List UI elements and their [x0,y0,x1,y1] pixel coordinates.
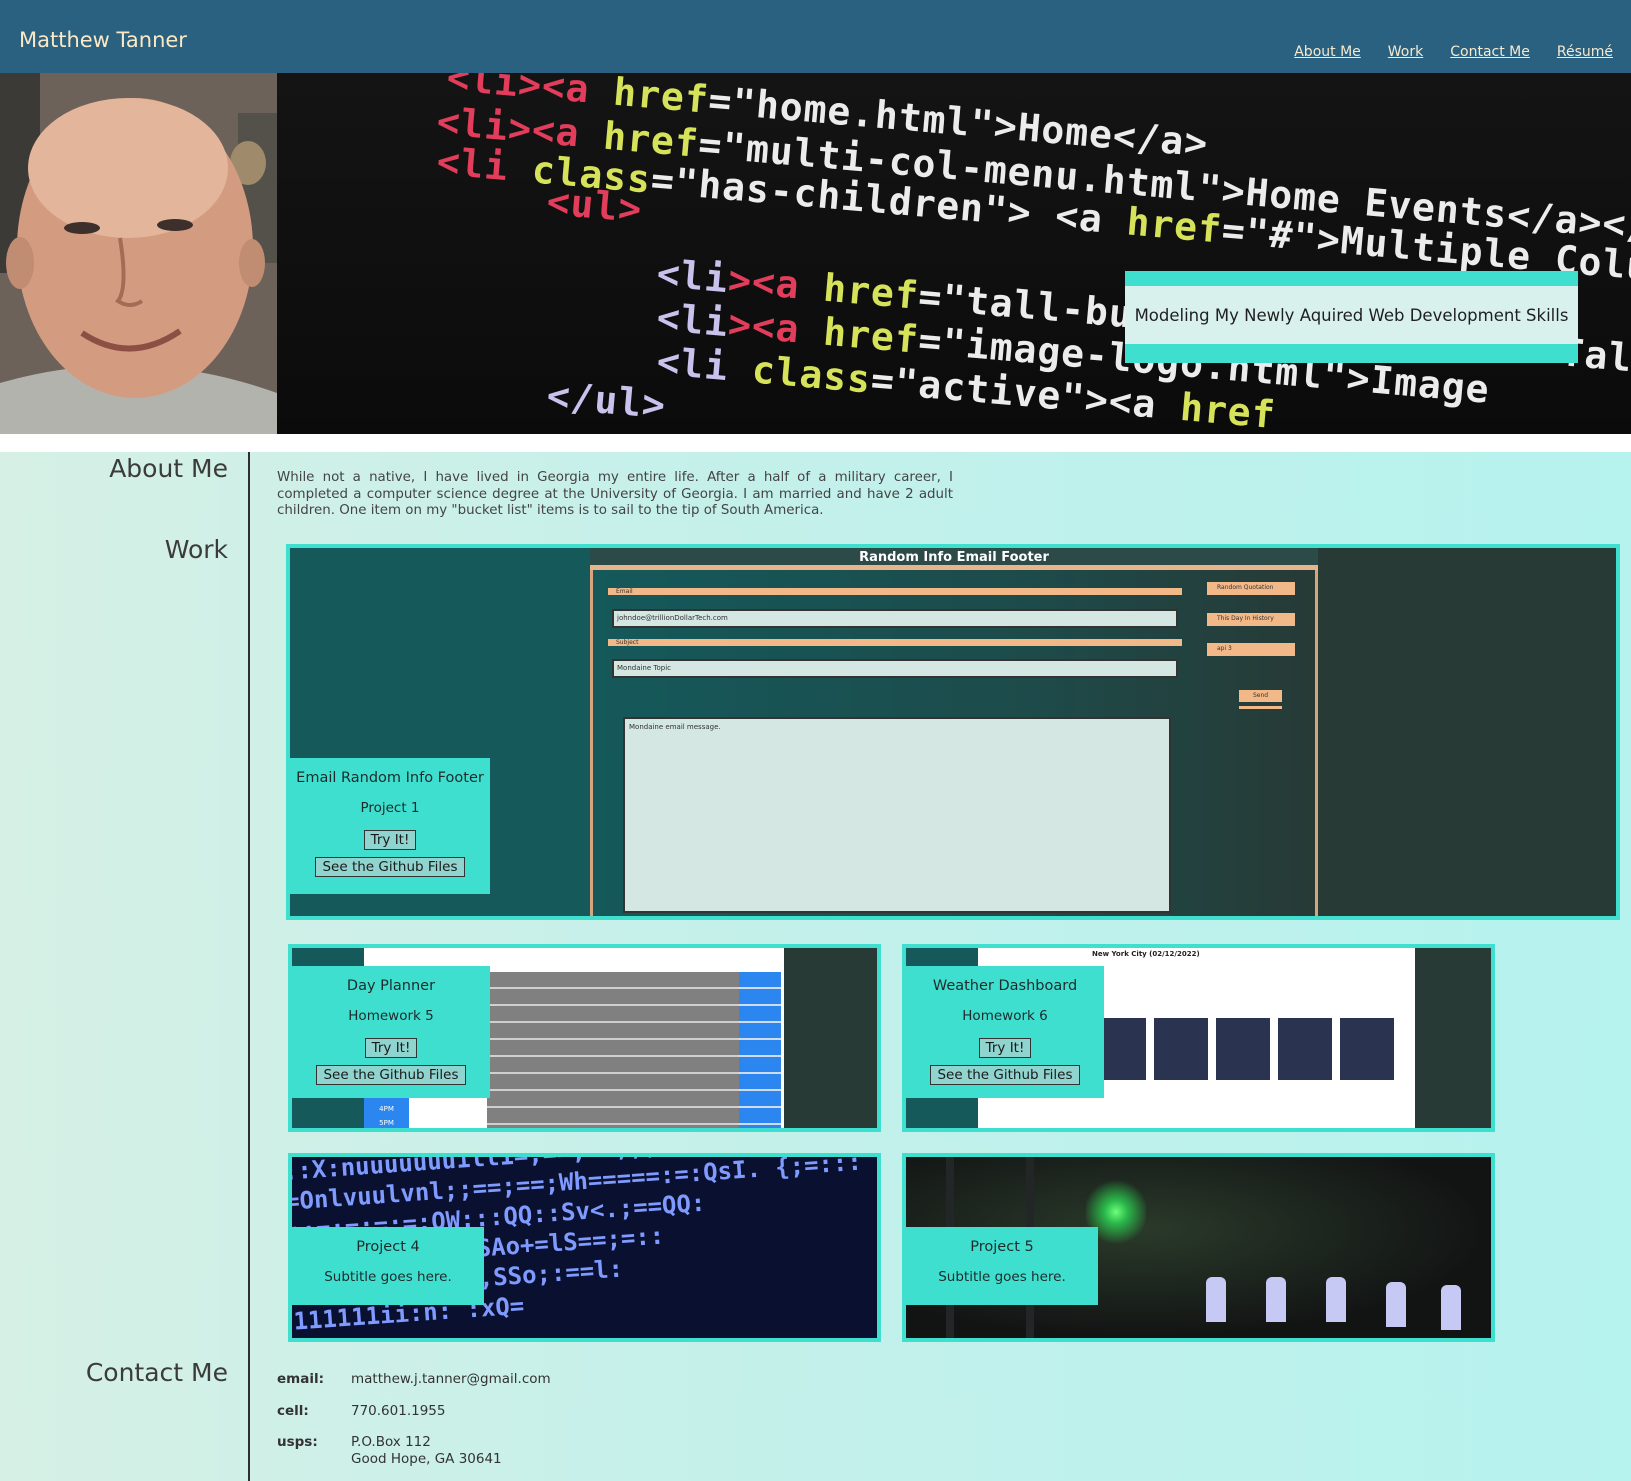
project-subtitle: Homework 6 [962,1008,1048,1024]
profile-photo [0,73,277,434]
project-subtitle: Subtitle goes here. [324,1269,452,1285]
cell-label: cell: [277,1403,309,1419]
project-card-day-planner[interactable]: 4PM 5PM Day Planner Homework 5 Try It! S… [288,944,881,1132]
section-divider [248,452,250,1481]
about-text: While not a native, I have lived in Geor… [277,470,953,518]
nav-link-about[interactable]: About Me [1294,44,1361,60]
github-files-button[interactable]: See the Github Files [315,857,465,877]
site-brand[interactable]: Matthew Tanner [19,28,187,52]
code-background-image: <li><a href="home.html">Home</a> <li><a … [277,73,1631,434]
usps-address: P.O.Box 112 Good Hope, GA 30641 [351,1434,502,1468]
nav-link-contact[interactable]: Contact Me [1450,44,1530,60]
about-heading: About Me [109,454,228,483]
project-title: Day Planner [346,978,436,994]
email-value[interactable]: matthew.j.tanner@gmail.com [351,1371,551,1388]
github-files-button[interactable]: See the Github Files [316,1065,466,1085]
try-it-button[interactable]: Try It! [978,1038,1032,1058]
nav-link-work[interactable]: Work [1388,44,1423,60]
work-heading: Work [164,535,228,564]
preview-header: Random Info Email Footer [590,548,1318,570]
project-card-5[interactable]: Project 5 Subtitle goes here. [902,1153,1495,1342]
project-label-4: Project 4 Subtitle goes here. [292,1227,484,1305]
project-title: Email Random Info Footer [296,770,484,786]
usps-line-2: Good Hope, GA 30641 [351,1451,502,1467]
project-label-weather-dashboard: Weather Dashboard Homework 6 Try It! See… [906,966,1104,1098]
project-title: Project 4 [356,1239,420,1255]
project-title: Project 5 [970,1239,1034,1255]
project-card-email-footer[interactable]: Random Info Email Footer Email johndoe@t… [286,544,1620,920]
project-subtitle: Subtitle goes here. [938,1269,1066,1285]
project-title: Weather Dashboard [932,978,1078,994]
contact-heading: Contact Me [85,1358,228,1387]
hero-banner: <li><a href="home.html">Home</a> <li><a … [0,73,1631,434]
project-card-weather-dashboard[interactable]: New York City (02/12/2022) Weather Dashb… [902,944,1495,1132]
try-it-button[interactable]: Try It! [363,830,417,850]
project-subtitle: Project 1 [360,800,420,816]
github-files-button[interactable]: See the Github Files [930,1065,1080,1085]
hero-tagline: Modeling My Newly Aquired Web Developmen… [1125,286,1578,344]
try-it-button[interactable]: Try It! [364,1038,418,1058]
nav-link-resume[interactable]: Résumé [1557,44,1613,60]
project-label-day-planner: Day Planner Homework 5 Try It! See the G… [292,966,490,1098]
project-label-5: Project 5 Subtitle goes here. [906,1227,1098,1305]
email-label: email: [277,1371,324,1387]
main-nav: About Me Work Contact Me Résumé [1294,44,1613,60]
cell-value[interactable]: 770.601.1955 [351,1403,445,1420]
usps-line-1: P.O.Box 112 [351,1434,431,1450]
project-card-4[interactable]: ::X:nuuuuuuu1ll1=;==;==;;;==;====:A/ ::{… [288,1153,881,1342]
usps-label: usps: [277,1434,318,1450]
project-label-email-footer: Email Random Info Footer Project 1 Try I… [290,758,490,894]
site-header: Matthew Tanner About Me Work Contact Me … [0,0,1631,73]
project-subtitle: Homework 5 [348,1008,434,1024]
